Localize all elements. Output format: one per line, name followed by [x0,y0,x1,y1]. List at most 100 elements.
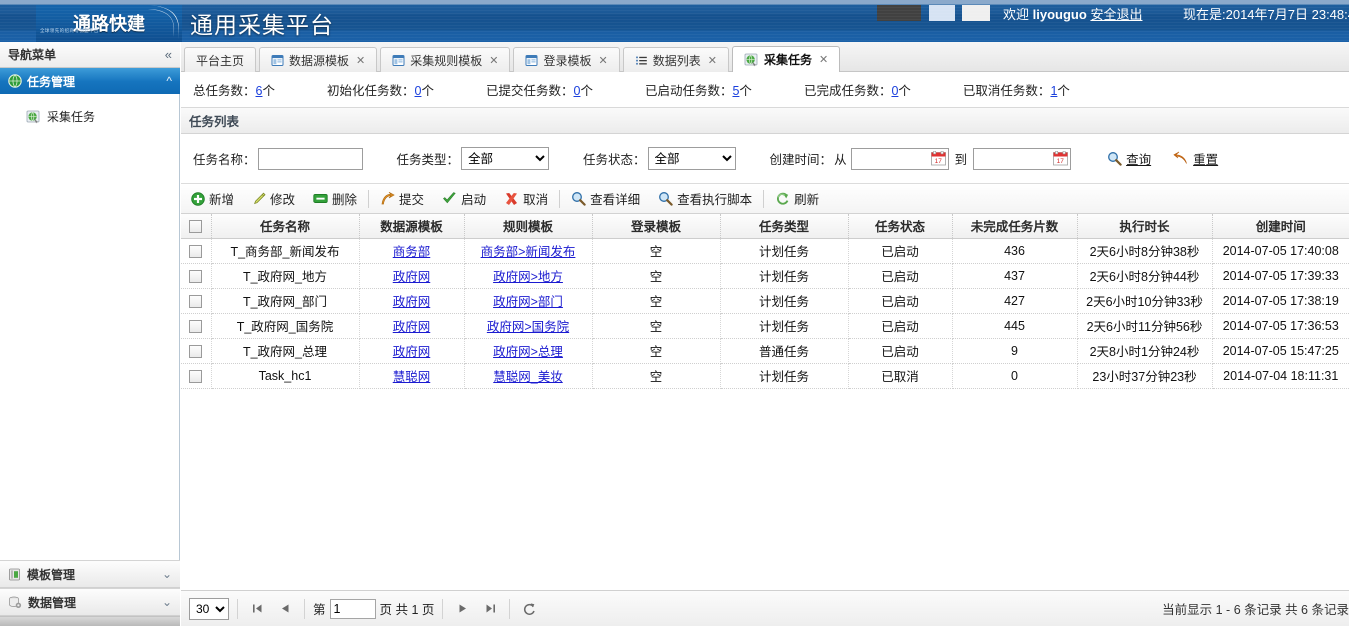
date-to-field: 17 [973,147,1072,170]
svg-text:17: 17 [1057,158,1065,165]
view-detail-button[interactable]: 查看详细 [562,189,649,208]
table-row[interactable]: T_商务部_新闻发布 商务部 商务部>新闻发布 空 计划任务 已启动 436 2… [181,238,1349,264]
datasource-link[interactable]: 商务部 [393,245,431,259]
tab-label: 采集规则模板 [410,53,483,68]
datasource-link[interactable]: 政府网 [393,320,431,334]
tab-data-list[interactable]: 数据列表 ✕ [622,47,729,72]
sidebar-group-data-management[interactable]: 数据管理 ⌄ [0,588,180,616]
tab-collection-task[interactable]: 采集任务 ✕ [731,46,841,72]
column-unfinished-slices[interactable]: 未完成任务片数 [952,214,1078,239]
checkbox-icon[interactable] [189,219,203,233]
rule-link[interactable]: 政府网>部门 [493,295,563,309]
tab-close-icon[interactable]: ✕ [819,53,828,66]
logout-link[interactable]: 安全退出 [1090,7,1142,22]
last-page-icon[interactable] [479,598,501,620]
column-task-status[interactable]: 任务状态 [848,214,953,239]
table-row[interactable]: Task_hc1 慧聪网 慧聪网_美妆 空 计划任务 已取消 0 23小时37分… [181,363,1349,389]
chevron-up-icon[interactable]: ^ [166,74,172,88]
rule-link[interactable]: 商务部>新闻发布 [481,245,576,259]
checkbox-icon[interactable] [189,344,203,358]
column-task-type[interactable]: 任务类型 [720,214,849,239]
refresh-button[interactable]: 刷新 [766,189,828,208]
checkbox-icon[interactable] [189,369,203,383]
column-task-name[interactable]: 任务名称 [211,214,360,239]
refresh-icon[interactable] [518,598,540,620]
header-placeholder-block-1 [877,5,921,21]
main-content: 平台主页 数据源模板 ✕ 采集规则模板 ✕ 登录模板 ✕ 数据列表 ✕ 采集任务… [181,42,1349,626]
cancel-button[interactable]: 取消 [495,189,557,208]
rule-link[interactable]: 慧聪网_美妆 [493,370,562,384]
rule-link[interactable]: 政府网>国务院 [487,320,569,334]
database-gear-icon [8,596,22,609]
checkbox-icon[interactable] [189,294,203,308]
table-row[interactable]: T_政府网_国务院 政府网 政府网>国务院 空 计划任务 已启动 445 2天6… [181,313,1349,339]
cell-unfinished: 436 [952,238,1078,264]
column-duration[interactable]: 执行时长 [1077,214,1213,239]
cell-task-type: 计划任务 [720,238,849,264]
sidebar-group-template-management[interactable]: 模板管理 ⌄ [0,560,180,588]
checkbox-icon[interactable] [189,319,203,333]
task-status-select[interactable]: 全部 [647,147,736,170]
datasource-link[interactable]: 政府网 [393,345,431,359]
column-datasource-template[interactable]: 数据源模板 [359,214,465,239]
cell-login-template: 空 [592,338,721,364]
cell-task-name: T_商务部_新闻发布 [211,238,360,264]
start-button[interactable]: 启动 [433,189,495,208]
tab-datasource-template[interactable]: 数据源模板 ✕ [259,47,378,72]
cell-login-template: 空 [592,288,721,314]
pager-separator [509,598,511,619]
task-type-select[interactable]: 全部 [461,147,550,170]
rule-link[interactable]: 政府网>总理 [493,345,563,359]
tab-bar: 平台主页 数据源模板 ✕ 采集规则模板 ✕ 登录模板 ✕ 数据列表 ✕ 采集任务… [181,42,1349,72]
view-script-button[interactable]: 查看执行脚本 [649,189,761,208]
column-rule-template[interactable]: 规则模板 [464,214,593,239]
checkbox-icon[interactable] [189,244,203,258]
tab-collect-rule-template[interactable]: 采集规则模板 ✕ [380,47,511,72]
column-created-time[interactable]: 创建时间 [1212,214,1349,239]
chevron-double-left-icon[interactable]: « [165,47,172,62]
delete-button-label: 删除 [332,193,358,207]
search-button[interactable]: 查询 [1107,149,1151,168]
app-header: 通路快建 全球领先的招商与创业平台 通用采集平台 欢迎 liyouguo 安全退… [0,0,1349,42]
table-row[interactable]: T_政府网_地方 政府网 政府网>地方 空 计划任务 已启动 437 2天6小时… [181,263,1349,289]
row-select-cell [181,338,212,364]
datasource-link[interactable]: 政府网 [393,295,431,309]
task-name-input[interactable] [257,147,363,170]
tab-close-icon[interactable]: ✕ [599,54,608,67]
sidebar-group-task-management[interactable]: 任务管理 ^ [0,68,180,94]
add-button[interactable]: 新增 [191,189,243,208]
datasource-link[interactable]: 政府网 [393,270,431,284]
edit-button[interactable]: 修改 [243,189,304,208]
reset-button[interactable]: 重置 [1173,149,1218,168]
page-number-input[interactable] [329,598,376,619]
chevron-down-icon[interactable]: ⌄ [162,595,172,609]
checkbox-icon[interactable] [189,269,203,283]
tab-login-template[interactable]: 登录模板 ✕ [513,47,620,72]
table-row[interactable]: T_政府网_部门 政府网 政府网>部门 空 计划任务 已启动 427 2天6小时… [181,288,1349,314]
tab-close-icon[interactable]: ✕ [489,54,498,67]
calendar-icon[interactable]: 17 [1053,150,1068,166]
submit-button[interactable]: 提交 [371,189,433,208]
chevron-down-icon[interactable]: ⌄ [162,567,172,581]
table-row[interactable]: T_政府网_总理 政府网 政府网>总理 空 普通任务 已启动 9 2天8小时1分… [181,338,1349,364]
datasource-link[interactable]: 慧聪网 [393,370,431,384]
sidebar-item-collection-task[interactable]: 采集任务 [0,104,179,129]
cell-datasource-template: 政府网 [359,338,465,364]
tab-platform-home[interactable]: 平台主页 [184,47,257,72]
template-icon [8,568,21,581]
page-size-select[interactable]: 30 [189,597,229,620]
rule-link[interactable]: 政府网>地方 [493,270,563,284]
column-login-template[interactable]: 登录模板 [592,214,721,239]
cell-duration: 2天6小时10分钟33秒 [1077,288,1213,314]
tab-close-icon[interactable]: ✕ [356,54,365,67]
calendar-icon[interactable]: 17 [930,150,946,166]
row-select-cell [181,288,212,314]
red-x-icon [504,192,519,206]
first-page-icon[interactable] [246,598,268,620]
tab-close-icon[interactable]: ✕ [708,54,717,67]
delete-button[interactable]: 删除 [304,189,366,208]
tab-label: 数据列表 [652,53,701,68]
prev-page-icon[interactable] [274,598,296,620]
edit-button-label: 修改 [270,193,296,207]
next-page-icon[interactable] [451,598,473,620]
